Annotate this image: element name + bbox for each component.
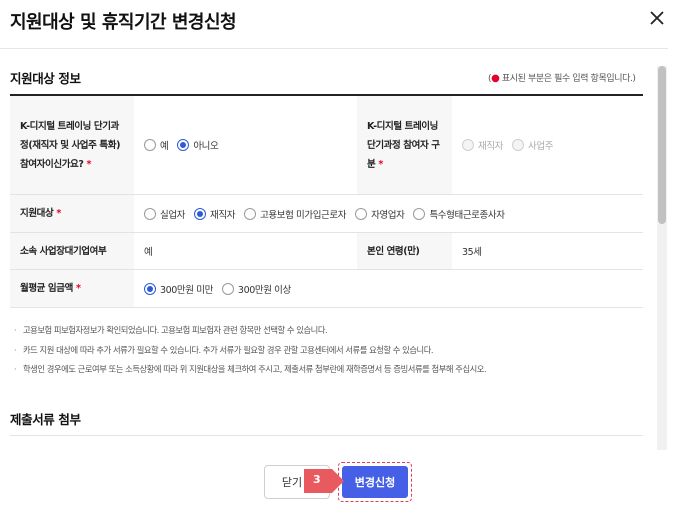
target-info-table: K-디지털 트레이닝 단기과정(재직자 및 사업주 특화) 참여자이신가요? * …	[10, 94, 643, 308]
section-title-target-info: 지원대상 정보	[10, 71, 81, 86]
radio-kdigital-no[interactable]: 아니오	[177, 138, 219, 152]
support-target-options: 실업자 재직자 고용보험 미가입근로자 자영업자 특수형태근로종사자	[134, 195, 643, 232]
support-target-label: 지원대상 *	[10, 195, 134, 232]
radio-label: 자영업자	[371, 209, 405, 221]
required-note: (● 표시된 부분은 필수 입력 항목입니다.)	[488, 71, 636, 84]
age-value: 35세	[462, 247, 482, 258]
radio-kdigital-worker[interactable]: 재직자	[462, 138, 503, 152]
kdigital-participation-options: 예 아니오	[134, 96, 357, 194]
radio-kdigital-yes[interactable]: 예	[144, 138, 169, 152]
modal-footer: 닫기 변경신청 3	[0, 450, 675, 515]
radio-label: 특수형태근로종사자	[429, 209, 505, 221]
radio-label: 아니오	[193, 141, 219, 152]
required-mark: *	[86, 158, 92, 170]
radio-circle-icon	[221, 282, 234, 295]
radio-circle-icon	[144, 139, 156, 151]
monthly-wage-label: 월평균 임금액 *	[10, 270, 134, 307]
radio-label: 재직자	[210, 209, 236, 221]
company-size-label: 소속 사업장대기업여부	[10, 233, 134, 269]
radio-circle-icon	[144, 207, 156, 220]
radio-target-self-employed[interactable]: 자영업자	[355, 207, 405, 221]
submit-change-button[interactable]: 변경신청	[342, 466, 408, 498]
company-size-value: 예	[144, 247, 153, 258]
radio-target-special-worker[interactable]: 특수형태근로종사자	[413, 207, 505, 221]
modal-body[interactable]: 지원대상 정보 (● 표시된 부분은 필수 입력 항목입니다.) K-디지털 트…	[0, 49, 668, 449]
radio-label: 예	[160, 141, 169, 152]
age-label: 본인 연령(만)	[357, 233, 452, 269]
kdigital-type-options: 재직자 사업주	[452, 96, 643, 194]
list-item: 학생인 경우에도 근로여부 또는 소득상황에 따라 위 지원대상을 체크하여 주…	[14, 360, 644, 380]
radio-checked-icon	[177, 139, 190, 151]
scrollbar-thumb[interactable]	[658, 66, 666, 224]
radio-target-uninsured[interactable]: 고용보험 미가입근로자	[244, 207, 346, 221]
required-mark: *	[75, 283, 81, 294]
submit-button-highlight: 변경신청	[338, 462, 412, 502]
section-divider	[10, 435, 643, 436]
list-item: 카드 지원 대상에 따라 추가 서류가 필요할 수 있습니다. 추가 서류가 필…	[14, 341, 644, 361]
radio-wage-over-300[interactable]: 300만원 이상	[221, 282, 291, 296]
radio-label: 300만원 이상	[237, 284, 291, 296]
table-row: 지원대상 * 실업자 재직자 고용보험 미가입근로자 자영업자 특수형태근로종사자	[10, 195, 643, 233]
support-target-label-text: 지원대상	[20, 208, 54, 219]
radio-circle-icon	[462, 139, 474, 151]
table-row: K-디지털 트레이닝 단기과정(재직자 및 사업주 특화) 참여자이신가요? * …	[10, 96, 643, 195]
modal-title: 지원대상 및 휴직기간 변경신청	[10, 12, 237, 33]
step-number: 3	[313, 473, 321, 486]
radio-label: 300만원 미만	[160, 284, 213, 296]
radio-checked-icon	[144, 282, 156, 295]
radio-kdigital-employer[interactable]: 사업주	[512, 138, 553, 152]
table-row: 소속 사업장대기업여부 예 본인 연령(만) 35세	[10, 233, 643, 270]
radio-target-employed[interactable]: 재직자	[194, 207, 235, 221]
kdigital-participation-label-text: K-디지털 트레이닝 단기과정(재직자 및 사업주 특화) 참여자이신가요?	[20, 120, 121, 170]
required-mark: *	[378, 158, 383, 170]
notice-list: 고용보험 피보험자정보가 확인되었습니다. 고용보험 피보험자 관련 항목만 선…	[14, 321, 644, 380]
section-title-attachments: 제출서류 첨부	[10, 412, 81, 427]
radio-label: 고용보험 미가입근로자	[260, 209, 347, 221]
radio-target-unemployed[interactable]: 실업자	[144, 207, 185, 221]
step-arrow-icon	[304, 469, 344, 493]
radio-circle-icon	[355, 207, 368, 220]
radio-circle-icon	[413, 207, 426, 220]
step-badge: 3	[304, 469, 344, 493]
table-row: 월평균 임금액 * 300만원 미만 300만원 이상	[10, 270, 643, 308]
monthly-wage-label-text: 월평균 임금액	[20, 283, 73, 294]
radio-circle-icon	[244, 207, 257, 220]
radio-wage-under-300[interactable]: 300만원 미만	[144, 282, 213, 296]
close-icon[interactable]	[645, 6, 669, 30]
required-mark: *	[56, 208, 61, 219]
list-item: 고용보험 피보험자정보가 확인되었습니다. 고용보험 피보험자 관련 항목만 선…	[14, 321, 644, 341]
radio-label: 재직자	[478, 141, 504, 152]
radio-label: 실업자	[160, 209, 186, 221]
required-note-text: 표시된 부분은 필수 입력 항목입니다.)	[499, 74, 636, 84]
radio-circle-icon	[512, 139, 525, 151]
kdigital-participation-label: K-디지털 트레이닝 단기과정(재직자 및 사업주 특화) 참여자이신가요? *	[10, 96, 134, 194]
radio-checked-icon	[194, 207, 207, 220]
monthly-wage-options: 300만원 미만 300만원 이상	[134, 270, 643, 307]
radio-label: 사업주	[528, 141, 554, 152]
kdigital-type-label: K-디지털 트레이닝 단기과정 참여자 구분 *	[357, 96, 452, 194]
